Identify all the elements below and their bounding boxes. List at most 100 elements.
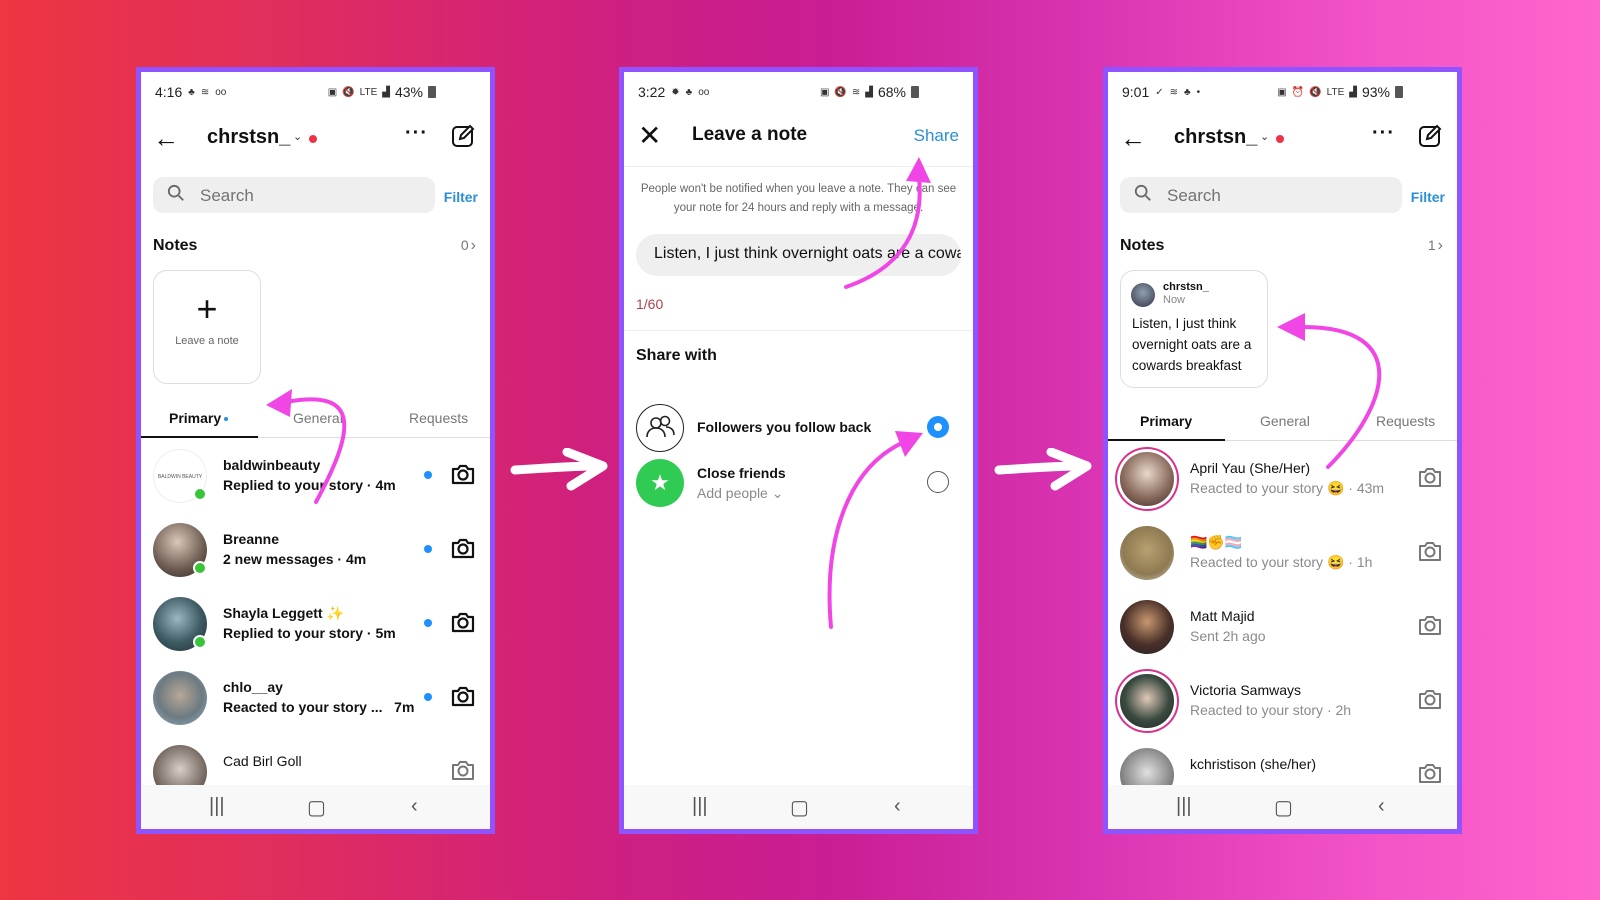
battery-saver-icon: ▣	[1277, 86, 1287, 98]
inbox-tabs: Primary General Requests	[141, 402, 490, 438]
avatar	[1131, 283, 1155, 307]
audience-option-followers[interactable]: Followers you follow back	[624, 402, 973, 456]
message-row[interactable]: Shayla Leggett ✨ Replied to your story ·…	[141, 587, 490, 661]
alarm-icon: ⏰	[1291, 86, 1305, 98]
back-button[interactable]: ‹	[411, 795, 418, 818]
plus-icon: +	[196, 288, 218, 329]
online-indicator	[193, 561, 207, 575]
tab-label: Primary	[169, 410, 222, 426]
status-bar: 9:01 ✓ ≋ ♣ • ▣ ⏰ 🔇 LTE ▟ 93%	[1108, 80, 1457, 104]
username-switcher[interactable]: chrstsn_	[207, 126, 290, 149]
home-button[interactable]: ▢	[1274, 795, 1293, 820]
camera-icon[interactable]	[1417, 760, 1443, 786]
message-preview: Replied to your story · 4m	[223, 477, 396, 493]
activity-icon: ♣	[188, 86, 195, 98]
home-button[interactable]: ▢	[790, 795, 809, 820]
share-button[interactable]: Share	[914, 126, 959, 146]
phone-screen-inbox-after: 9:01 ✓ ≋ ♣ • ▣ ⏰ 🔇 LTE ▟ 93% ← chrstsn_ ⌄ ··· Sea…	[1103, 67, 1462, 834]
battery-icon	[911, 86, 919, 98]
back-button[interactable]: ‹	[894, 795, 901, 818]
arrow-left-icon[interactable]: ←	[1120, 124, 1146, 152]
avatar[interactable]	[1120, 674, 1174, 728]
contact-name: Victoria Samways	[1190, 682, 1302, 698]
header: ✕ Leave a note Share	[624, 120, 973, 160]
recents-button[interactable]: |||	[692, 795, 708, 818]
message-row[interactable]: Breanne 2 new messages · 4m	[141, 513, 490, 587]
chevron-down-icon[interactable]: ⌄	[293, 130, 302, 143]
home-button[interactable]: ▢	[307, 795, 326, 820]
contact-name: 🏳️‍🌈✊🏳️‍⚧️	[1190, 534, 1243, 550]
recents-button[interactable]: |||	[1176, 795, 1192, 818]
tab-primary[interactable]: Primary	[169, 410, 229, 426]
brightness-icon: ✹	[671, 86, 680, 98]
option-title: Followers you follow back	[697, 419, 872, 435]
search-icon	[167, 184, 184, 201]
message-row[interactable]: BALDWIN BEAUTY baldwinbeauty Replied to …	[141, 439, 490, 513]
battery-saver-icon: ▣	[327, 86, 338, 98]
add-people-dropdown[interactable]: Add people ⌄	[697, 485, 783, 502]
filter-button[interactable]: Filter	[1411, 189, 1445, 205]
camera-icon[interactable]	[1417, 538, 1443, 564]
system-navbar: ||| ▢ ‹	[624, 785, 973, 829]
note-input[interactable]: Listen, I just think overnight oats are …	[636, 234, 961, 276]
battery-level: 68%	[877, 84, 906, 100]
camera-icon[interactable]	[450, 609, 476, 635]
close-icon[interactable]: ✕	[638, 122, 661, 150]
people-icon	[636, 404, 684, 452]
tab-primary[interactable]: Primary	[1140, 413, 1192, 429]
message-row[interactable]: Matt Majid Sent 2h ago	[1108, 590, 1457, 664]
more-icon[interactable]: ···	[405, 122, 428, 145]
camera-icon[interactable]	[450, 535, 476, 561]
search-icon	[1134, 184, 1151, 201]
message-row[interactable]: 🏳️‍🌈✊🏳️‍⚧️ Reacted to your story 😆 · 1h	[1108, 516, 1457, 590]
mute-icon: 🔇	[1309, 86, 1322, 98]
message-preview: Sent 2h ago	[1190, 628, 1266, 644]
tab-general[interactable]: General	[293, 410, 343, 426]
filter-button[interactable]: Filter	[444, 189, 478, 205]
note-card[interactable]: chrstsn_ Now Listen, I just think overni…	[1120, 270, 1268, 388]
avatar[interactable]	[1120, 452, 1174, 506]
notes-count-link[interactable]: 0 ›	[461, 237, 476, 255]
flow-arrow-icon	[994, 448, 1092, 491]
battery-saver-icon: ▣	[819, 86, 830, 98]
leave-note-button[interactable]: + Leave a note	[153, 270, 261, 384]
contact-name: Shayla Leggett ✨	[223, 605, 344, 621]
message-row[interactable]: Victoria Samways Reacted to your story ·…	[1108, 664, 1457, 738]
chevron-down-icon[interactable]: ⌄	[1260, 130, 1269, 143]
notification-dot	[1276, 135, 1284, 143]
compose-icon[interactable]	[1418, 124, 1442, 148]
message-row[interactable]: chlo__ay Reacted to your story ... 7m	[141, 661, 490, 735]
compose-icon[interactable]	[451, 124, 475, 148]
contact-name: chlo__ay	[223, 679, 283, 695]
more-icon[interactable]: ···	[1372, 122, 1395, 145]
audience-option-close-friends[interactable]: ★ Close friends Add people ⌄	[624, 457, 973, 511]
camera-icon[interactable]	[1417, 464, 1443, 490]
phone-screen-leave-note: 3:22 ✹ ♣ oo ▣ 🔇 ≋ ▟ 68% ✕ Leave a note Share Pe…	[619, 67, 978, 834]
battery-icon	[428, 86, 436, 98]
contact-name: April Yau (She/Her)	[1190, 460, 1311, 476]
radio-selected[interactable]	[927, 416, 949, 438]
camera-icon[interactable]	[450, 461, 476, 487]
activity-icon: ♣	[1184, 86, 1191, 98]
phone-screen-inbox-before: 4:16 ♣ ≋ oo ▣ 🔇 LTE ▟ 43% ← chrstsn_ ⌄ ··· Sear…	[136, 67, 495, 834]
battery-level: 93%	[1361, 84, 1390, 100]
character-counter: 1/60	[636, 296, 664, 312]
tab-requests[interactable]: Requests	[409, 410, 468, 426]
camera-icon[interactable]	[450, 683, 476, 709]
recents-button[interactable]: |||	[209, 795, 225, 818]
radio-unselected[interactable]	[927, 471, 949, 493]
note-author: chrstsn_	[1163, 281, 1209, 293]
search-input[interactable]: Search	[153, 177, 435, 213]
camera-icon[interactable]	[1417, 612, 1443, 638]
tab-general[interactable]: General	[1260, 413, 1310, 429]
notes-count-link[interactable]: 1 ›	[1428, 237, 1443, 255]
tab-requests[interactable]: Requests	[1376, 413, 1435, 429]
message-row[interactable]: April Yau (She/Her) Reacted to your stor…	[1108, 442, 1457, 516]
back-button[interactable]: ‹	[1378, 795, 1385, 818]
search-input[interactable]: Search	[1120, 177, 1402, 213]
wifi-icon: ≋	[851, 86, 861, 98]
arrow-left-icon[interactable]: ←	[153, 124, 179, 152]
username-switcher[interactable]: chrstsn_	[1174, 126, 1257, 149]
camera-icon[interactable]	[1417, 686, 1443, 712]
camera-icon[interactable]	[450, 757, 476, 783]
